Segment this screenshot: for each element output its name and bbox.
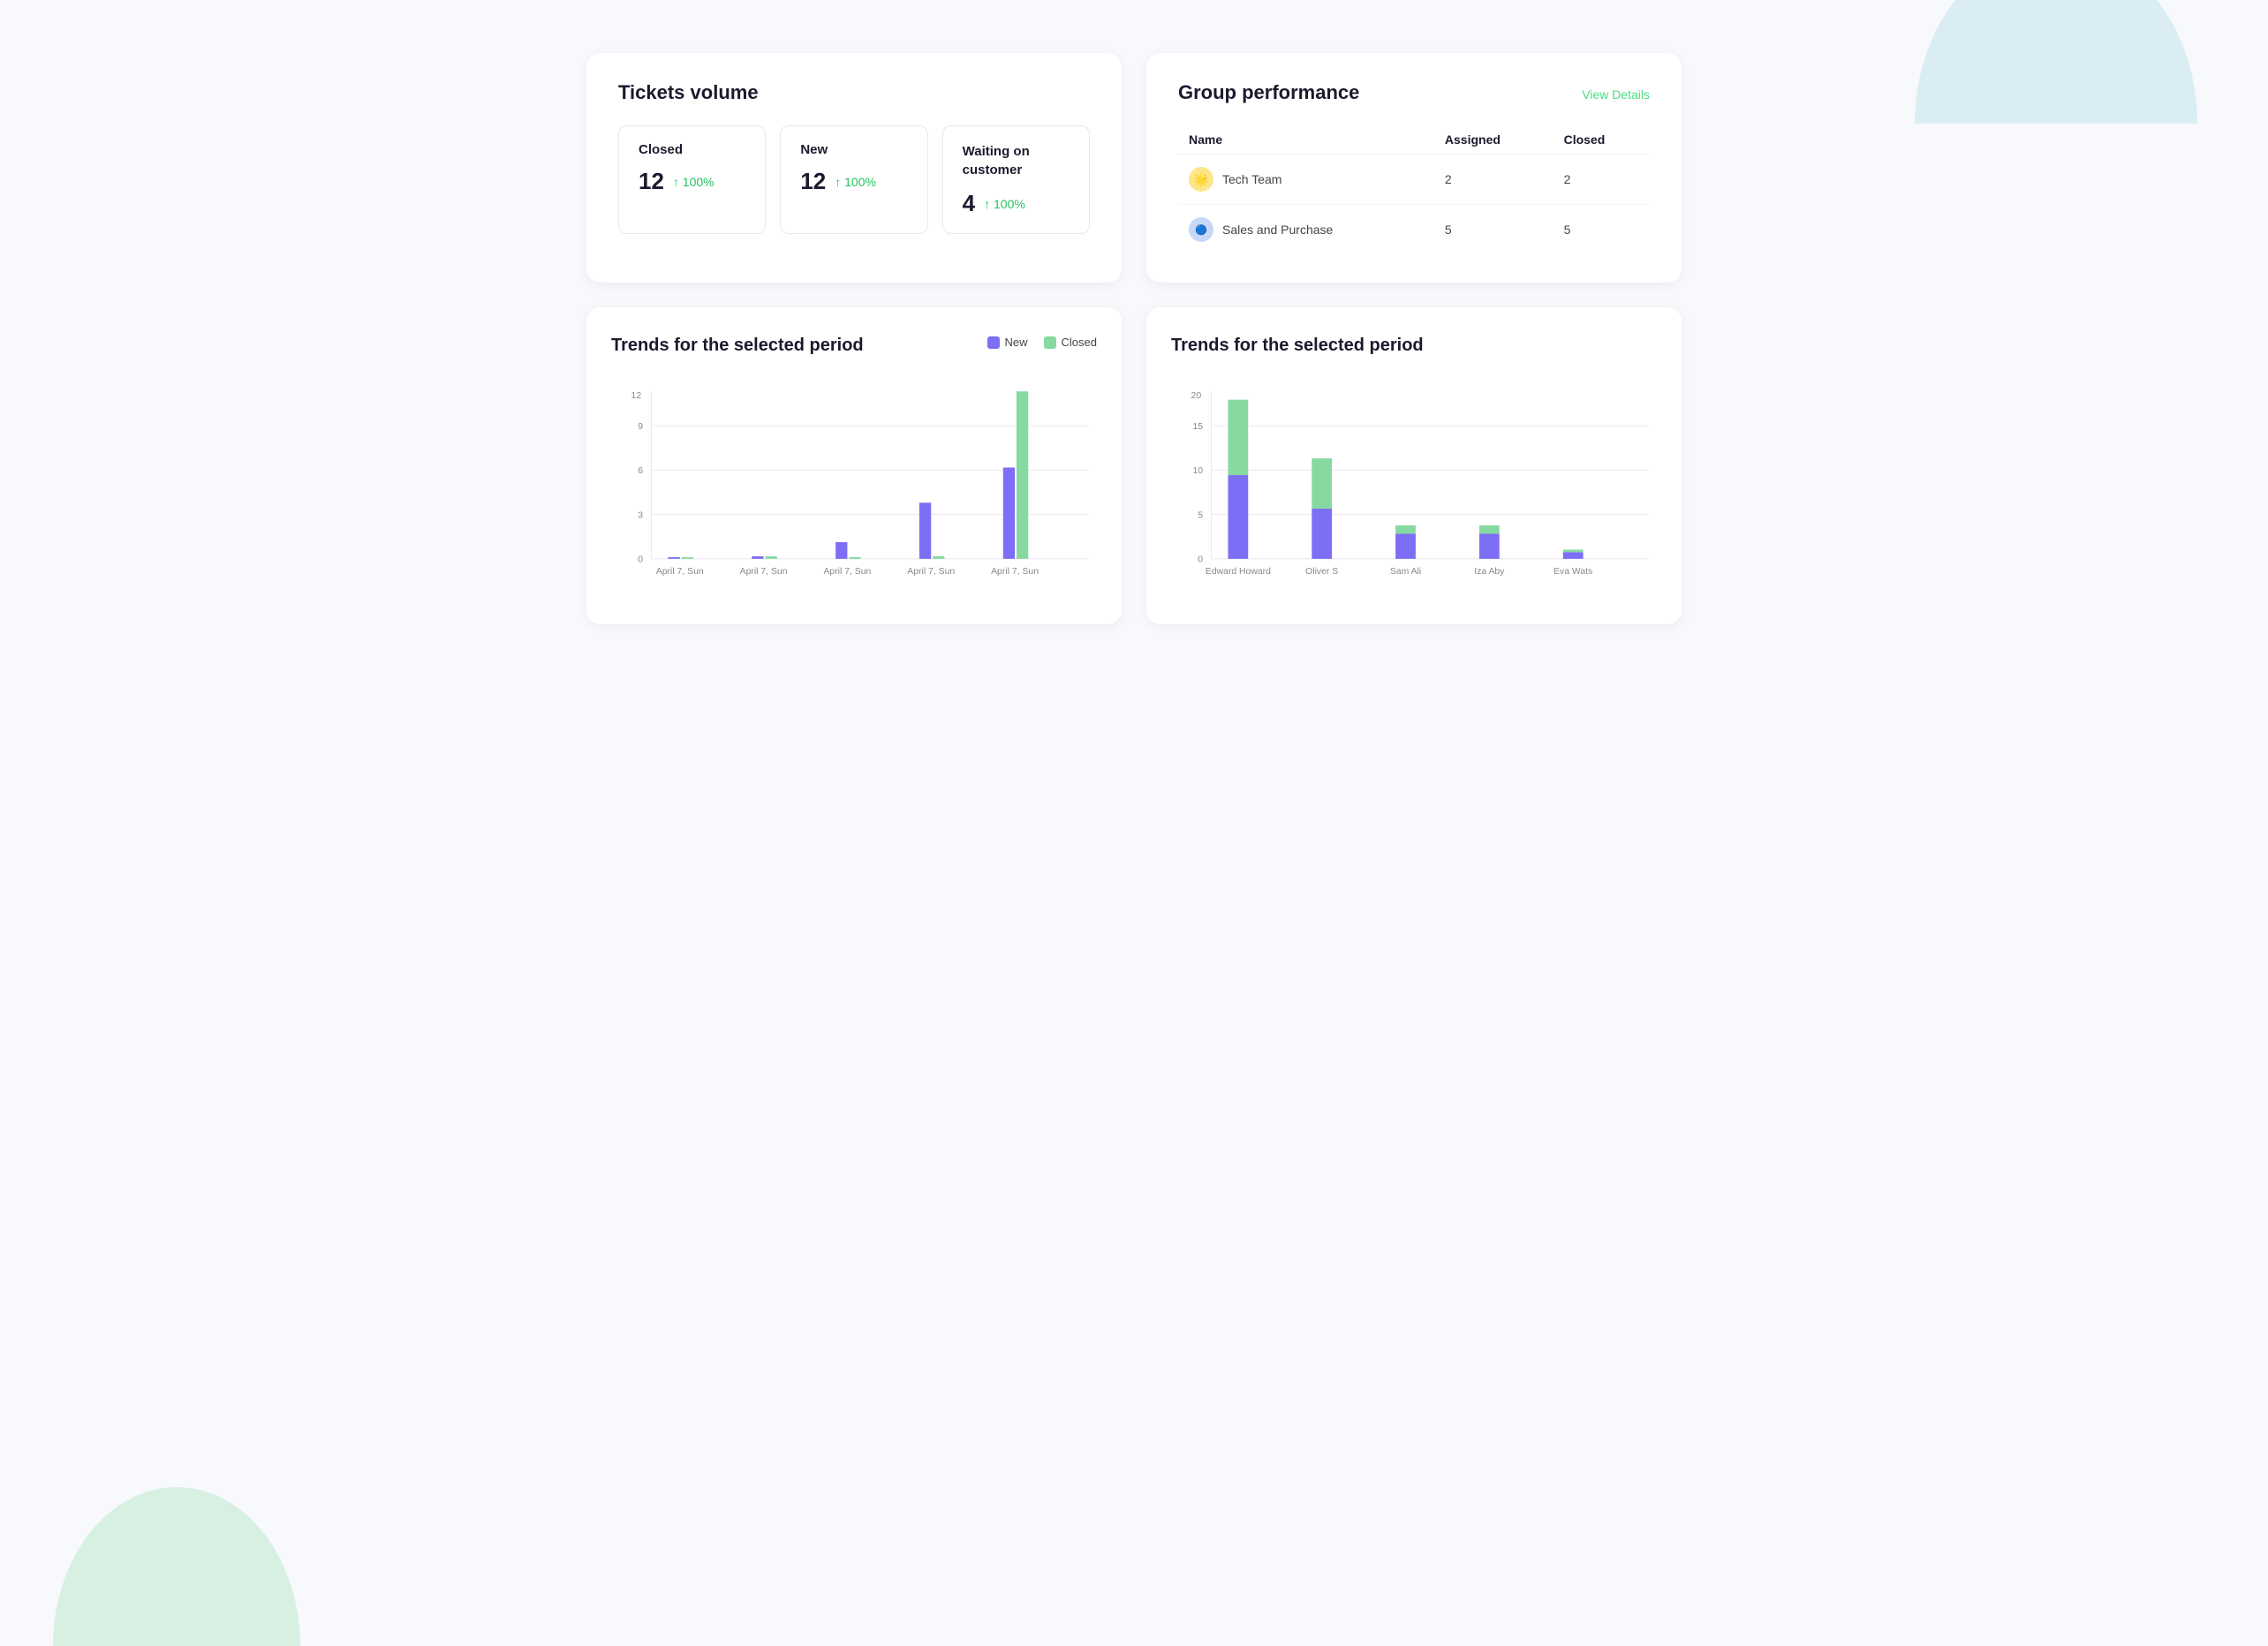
tickets-volume-card: Tickets volume Closed 12 ↑ 100% New 12 ↑… <box>586 53 1122 283</box>
metric-waiting-value: 4 <box>963 190 975 217</box>
col-closed: Closed <box>1554 125 1650 155</box>
team-name: Sales and Purchase <box>1222 223 1333 237</box>
svg-text:Iza Aby: Iza Aby <box>1474 567 1505 577</box>
team-name-cell: 🔵 Sales and Purchase <box>1178 205 1434 255</box>
metric-new-value-row: 12 ↑ 100% <box>800 168 907 195</box>
chart2-svg: 0 5 10 15 20 Edward Howard Oliver S Sam … <box>1171 377 1657 607</box>
chart1-svg: 0 3 6 9 12 April 7, Sun April 7, Sun Apr… <box>611 377 1097 607</box>
trends-chart-2-card: Trends for the selected period 0 5 10 15… <box>1146 307 1682 624</box>
chart1-title: Trends for the selected period <box>611 336 864 356</box>
svg-text:0: 0 <box>1198 555 1203 565</box>
view-details-link[interactable]: View Details <box>1582 87 1650 102</box>
svg-text:Oliver S: Oliver S <box>1305 567 1338 577</box>
group-performance-table: Name Assigned Closed 🌟 Tech Team 2 2 <box>1178 125 1650 254</box>
svg-text:Eva Wats: Eva Wats <box>1554 567 1592 577</box>
svg-text:April 7, Sun: April 7, Sun <box>823 567 871 577</box>
legend-new-dot <box>987 336 1000 349</box>
legend-closed-dot <box>1044 336 1056 349</box>
legend-closed-label: Closed <box>1062 336 1097 349</box>
chart1-container: 0 3 6 9 12 April 7, Sun April 7, Sun Apr… <box>611 377 1097 607</box>
legend-new-label: New <box>1005 336 1028 349</box>
col-assigned: Assigned <box>1434 125 1554 155</box>
metric-new-value: 12 <box>800 168 826 195</box>
chart2-header: Trends for the selected period <box>1171 336 1657 356</box>
chart2-title: Trends for the selected period <box>1171 336 1424 356</box>
metric-waiting-value-row: 4 ↑ 100% <box>963 190 1070 217</box>
metric-waiting-change: ↑ 100% <box>984 197 1025 211</box>
metric-waiting-label: Waiting oncustomer <box>963 142 1070 179</box>
legend-closed: Closed <box>1044 336 1097 349</box>
team-closed: 2 <box>1554 155 1650 205</box>
chart1-legend: New Closed <box>987 336 1097 349</box>
svg-text:9: 9 <box>638 422 643 432</box>
metric-new: New 12 ↑ 100% <box>780 125 927 234</box>
team-closed: 5 <box>1554 205 1650 255</box>
svg-text:10: 10 <box>1192 466 1203 476</box>
trends-chart-1-card: Trends for the selected period New Close… <box>586 307 1122 624</box>
legend-new: New <box>987 336 1028 349</box>
bg-decoration-bottom-left <box>53 1487 300 1646</box>
team-name-cell: 🌟 Tech Team <box>1178 155 1434 205</box>
svg-text:0: 0 <box>638 555 643 565</box>
metric-closed-value-row: 12 ↑ 100% <box>639 168 745 195</box>
svg-text:Edward Howard: Edward Howard <box>1206 567 1271 577</box>
svg-text:15: 15 <box>1192 422 1203 432</box>
svg-text:6: 6 <box>638 466 643 476</box>
metric-closed-label: Closed <box>639 142 745 157</box>
metric-waiting: Waiting oncustomer 4 ↑ 100% <box>942 125 1090 234</box>
team-assigned: 5 <box>1434 205 1554 255</box>
metric-new-change: ↑ 100% <box>835 175 876 189</box>
team-avatar-sales: 🔵 <box>1189 217 1213 242</box>
svg-text:12: 12 <box>631 391 642 401</box>
chart1-header: Trends for the selected period New Close… <box>611 336 1097 356</box>
metric-closed-value: 12 <box>639 168 664 195</box>
bg-decoration-top-right <box>1915 0 2197 124</box>
table-row: 🔵 Sales and Purchase 5 5 <box>1178 205 1650 255</box>
group-performance-title: Group performance <box>1178 81 1359 104</box>
group-performance-card: Group performance View Details Name Assi… <box>1146 53 1682 283</box>
team-avatar-techteam: 🌟 <box>1189 167 1213 192</box>
team-name: Tech Team <box>1222 172 1281 186</box>
svg-text:5: 5 <box>1198 510 1203 520</box>
svg-text:April 7, Sun: April 7, Sun <box>656 567 704 577</box>
chart2-container: 0 5 10 15 20 Edward Howard Oliver S Sam … <box>1171 377 1657 607</box>
metric-new-label: New <box>800 142 907 157</box>
metric-closed-change: ↑ 100% <box>673 175 714 189</box>
svg-text:20: 20 <box>1191 391 1202 401</box>
tickets-volume-title: Tickets volume <box>618 81 1090 104</box>
tickets-metrics: Closed 12 ↑ 100% New 12 ↑ 100% Waiting o… <box>618 125 1090 234</box>
svg-text:3: 3 <box>638 510 643 520</box>
col-name: Name <box>1178 125 1434 155</box>
dashboard: Tickets volume Closed 12 ↑ 100% New 12 ↑… <box>516 0 1752 677</box>
team-assigned: 2 <box>1434 155 1554 205</box>
svg-text:Sam Ali: Sam Ali <box>1390 567 1421 577</box>
svg-text:April 7, Sun: April 7, Sun <box>991 567 1039 577</box>
svg-text:April 7, Sun: April 7, Sun <box>740 567 788 577</box>
svg-text:April 7, Sun: April 7, Sun <box>907 567 955 577</box>
metric-closed: Closed 12 ↑ 100% <box>618 125 766 234</box>
group-performance-header: Group performance View Details <box>1178 81 1650 108</box>
table-row: 🌟 Tech Team 2 2 <box>1178 155 1650 205</box>
